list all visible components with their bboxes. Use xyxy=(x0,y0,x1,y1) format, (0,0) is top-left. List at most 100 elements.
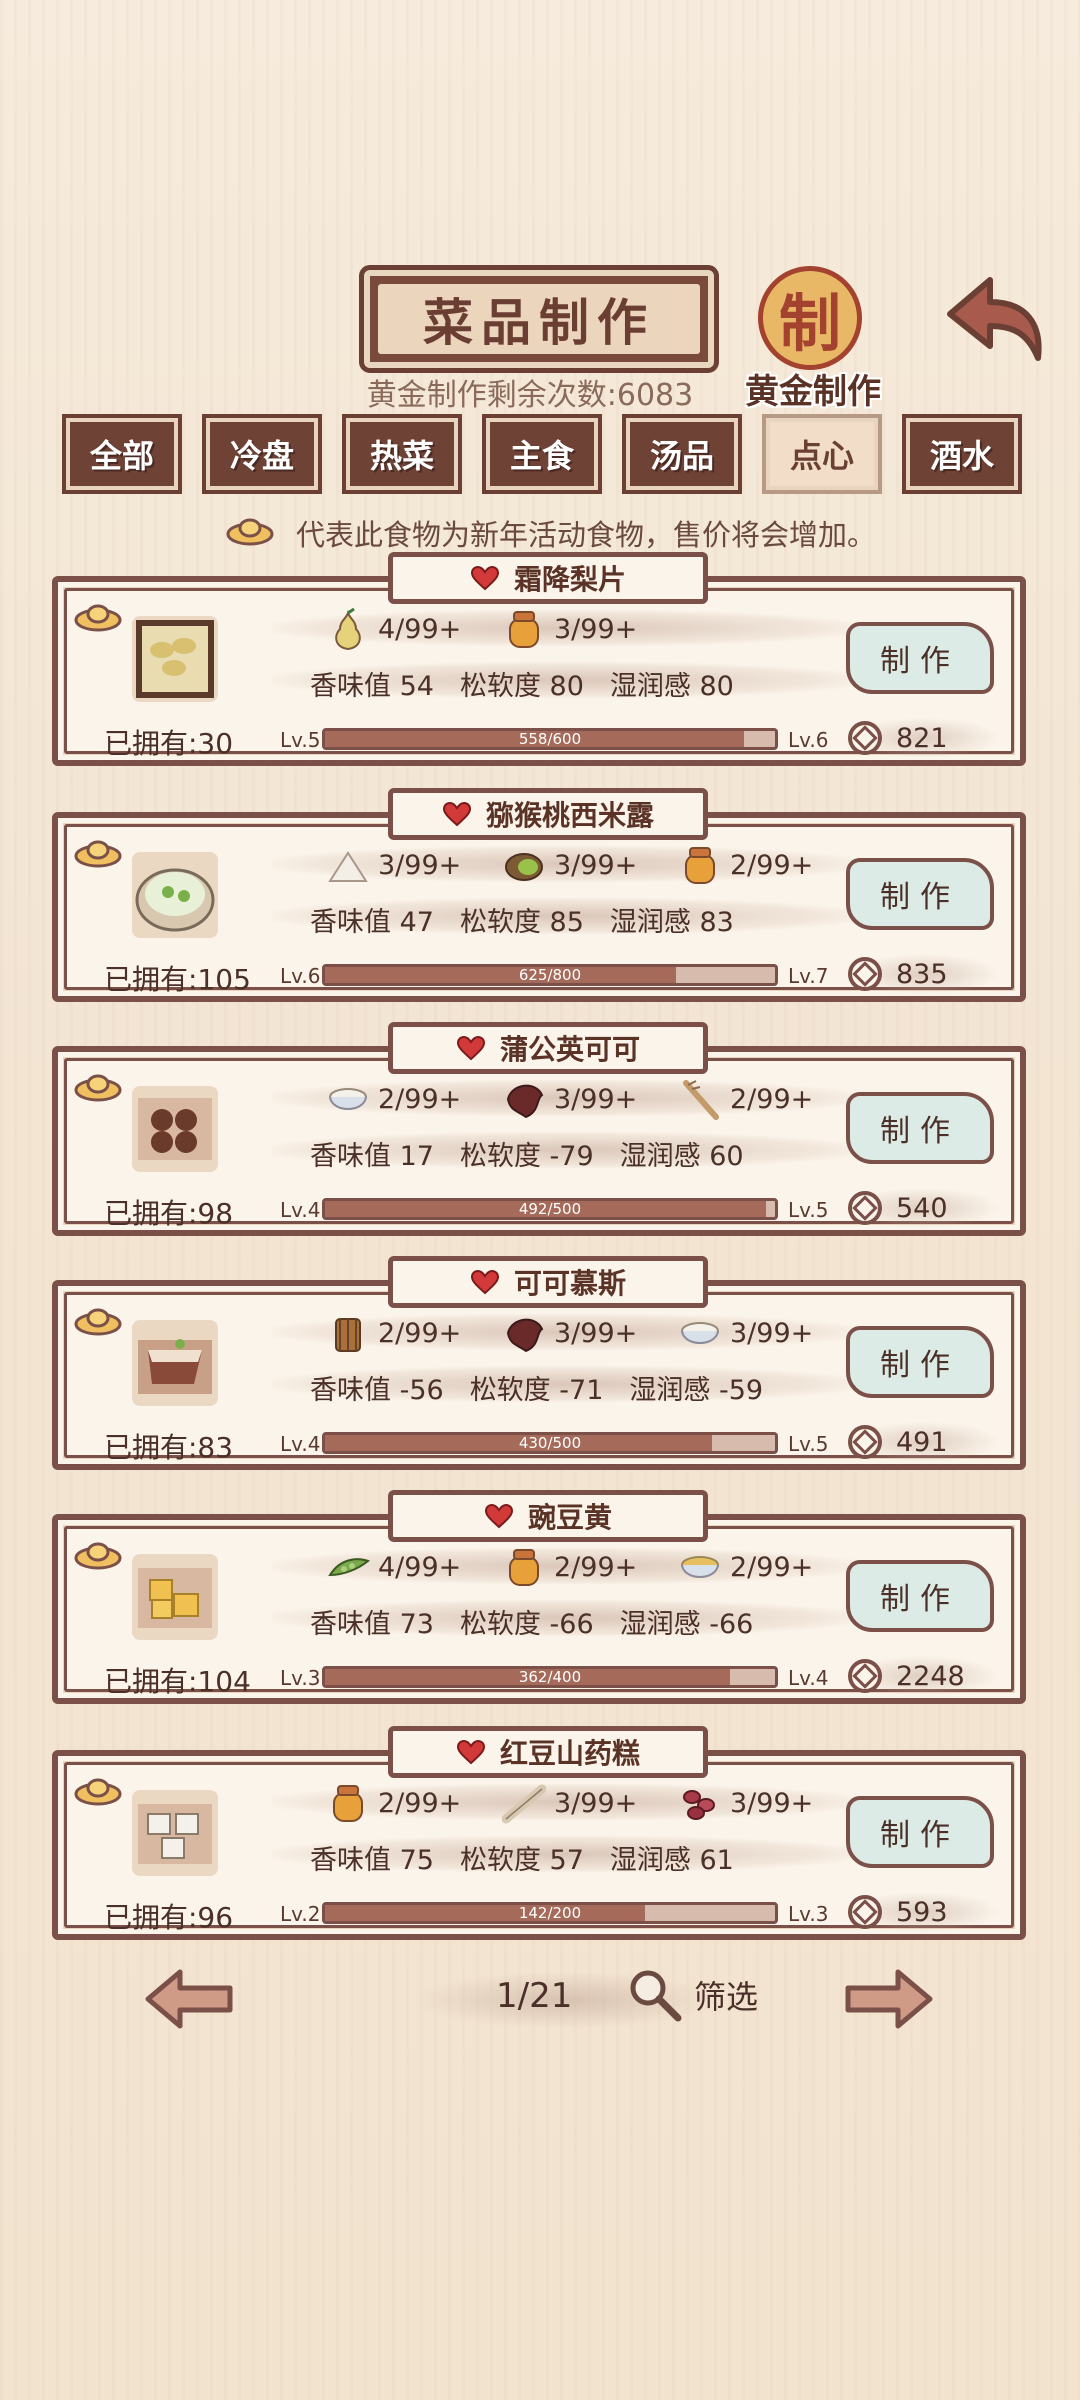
tab-staple[interactable]: 主食 xyxy=(482,414,602,494)
tab-drinks[interactable]: 酒水 xyxy=(902,414,1022,494)
honey-jar-icon xyxy=(509,1549,539,1586)
gold-remaining-count: 黄金制作剩余次数:6083 xyxy=(366,378,694,413)
tab-soup[interactable]: 汤品 xyxy=(622,414,742,494)
softness-stat: 松软度 -66 xyxy=(459,1609,594,1640)
ingredient-row: 4/99+ 3/99+ xyxy=(326,604,662,654)
price-value: 540 xyxy=(896,1192,948,1224)
make-button[interactable]: 制作 xyxy=(846,858,994,930)
recipe-name: 红豆山药糕 xyxy=(499,1737,640,1770)
heart-icon[interactable] xyxy=(470,565,500,591)
level-progress-bar: 142/200 xyxy=(322,1902,778,1924)
event-food-notice: 代表此食物为新年活动食物，售价将会增加。 xyxy=(296,518,877,552)
dish-thumbnail xyxy=(132,1554,218,1640)
stats-row: 香味值 73 松软度 -66 湿润感 -66 xyxy=(310,1602,753,1641)
recipe-name-tag: 霜降梨片 xyxy=(388,552,708,604)
level-progress-bar: 492/500 xyxy=(322,1198,778,1220)
yam-icon xyxy=(502,1784,546,1824)
aroma-stat: 香味值 75 xyxy=(310,1845,434,1876)
recipe-name: 蒲公英可可 xyxy=(499,1033,640,1066)
ingredient-count: 3/99+ xyxy=(554,613,638,645)
price-value: 821 xyxy=(896,722,948,754)
tab-cold-dish[interactable]: 冷盘 xyxy=(202,414,322,494)
recipe-name: 霜降梨片 xyxy=(513,563,626,596)
dish-thumbnail xyxy=(132,616,218,702)
gold-ingot-icon xyxy=(74,1542,122,1570)
kiwi-icon xyxy=(505,853,543,881)
softness-stat: 松软度 80 xyxy=(459,671,584,702)
owned-count: 已拥有:83 xyxy=(104,1431,234,1464)
recipe-card: 可可慕斯已拥有:83 2/99+ 3/99+ 3/99+ 香味值 -56 松软度 -71 湿… xyxy=(52,1256,1026,1470)
prev-page-arrow-icon[interactable] xyxy=(144,1966,236,2032)
level-current: Lv.2 xyxy=(280,1902,321,1926)
filter-button[interactable]: 筛选 xyxy=(626,1966,758,2024)
back-arrow-icon[interactable] xyxy=(942,268,1054,368)
heart-icon[interactable] xyxy=(456,1035,486,1061)
recipe-card: 豌豆黄 已拥有:104 4/99+ 2/99+ 2/99+ 香味值 73 松软度 -66 湿润… xyxy=(52,1490,1026,1704)
level-progress-bar: 558/600 xyxy=(322,728,778,750)
level-next: Lv.6 xyxy=(788,728,829,752)
stats-row: 香味值 -56 松软度 -71 湿润感 -59 xyxy=(310,1368,763,1407)
heart-icon[interactable] xyxy=(470,1269,500,1295)
gold-ingot-icon xyxy=(74,840,122,868)
owned-count: 已拥有:30 xyxy=(104,727,234,760)
tab-all[interactable]: 全部 xyxy=(62,414,182,494)
level-progress-bar: 625/800 xyxy=(322,964,778,986)
aroma-stat: 香味值 73 xyxy=(310,1609,434,1640)
make-button[interactable]: 制作 xyxy=(846,1796,994,1868)
tab-dessert[interactable]: 点心 xyxy=(762,414,882,494)
dish-thumbnail xyxy=(132,852,218,938)
stats-row: 香味值 54 松软度 80 湿润感 80 xyxy=(310,664,734,703)
ingredient-count: 4/99+ xyxy=(378,613,462,645)
level-progress-text: 362/400 xyxy=(518,1668,582,1686)
grain-bowl-icon xyxy=(681,1556,719,1578)
stats-row: 香味值 47 松软度 85 湿润感 83 xyxy=(310,900,734,939)
recipe-name: 猕猴桃西米露 xyxy=(485,799,654,832)
moisture-stat: 湿润感 -66 xyxy=(619,1609,754,1640)
moisture-stat: 湿润感 80 xyxy=(609,671,734,702)
ingredient: 3/99+ xyxy=(326,843,486,887)
aroma-stat: 香味值 -56 xyxy=(310,1375,444,1406)
gold-craft-button[interactable]: 制 xyxy=(758,266,862,370)
make-button[interactable]: 制作 xyxy=(846,622,994,694)
price: 2248 xyxy=(848,1656,998,1696)
recipe-name-tag: 蒲公英可可 xyxy=(388,1022,708,1074)
ingredient: 3/99+ xyxy=(502,1077,662,1121)
ingredient: 3/99+ xyxy=(502,607,662,651)
coin-icon xyxy=(848,957,882,991)
next-page-arrow-icon[interactable] xyxy=(842,1966,934,2032)
make-button[interactable]: 制作 xyxy=(846,1092,994,1164)
magnifier-icon xyxy=(630,1970,682,2022)
dish-thumbnail xyxy=(132,1086,218,1172)
dish-thumbnail xyxy=(132,1320,218,1406)
heart-icon[interactable] xyxy=(442,801,472,827)
level-progress-text: 142/200 xyxy=(518,1904,582,1922)
level-current: Lv.6 xyxy=(280,964,321,988)
ingredient-row: 2/99+ 3/99+ 3/99+ xyxy=(326,1308,838,1358)
recipe-card: 蒲公英可可 已拥有:98 2/99+ 3/99+ 2/99+ 香味值 17 松软度 -79 湿… xyxy=(52,1022,1026,1236)
gold-ingot-icon xyxy=(226,518,274,546)
aroma-stat: 香味值 17 xyxy=(310,1141,434,1172)
price: 593 xyxy=(848,1892,998,1932)
recipe-name-tag: 可可慕斯 xyxy=(388,1256,708,1308)
ingredient: 2/99+ xyxy=(326,1781,486,1825)
heart-icon[interactable] xyxy=(456,1739,486,1765)
make-button[interactable]: 制作 xyxy=(846,1560,994,1632)
honey-jar-icon xyxy=(333,1785,363,1822)
ingredient-count: 2/99+ xyxy=(378,1317,462,1349)
ingredient-row: 3/99+ 3/99+ 2/99+ xyxy=(326,840,838,890)
filter-label: 筛选 xyxy=(694,1978,759,2016)
ingredient-row: 2/99+ 3/99+ 2/99+ xyxy=(326,1074,838,1124)
recipe-name-tag: 猕猴桃西米露 xyxy=(388,788,708,840)
softness-stat: 松软度 -79 xyxy=(459,1141,594,1172)
price: 835 xyxy=(848,954,998,994)
pea-cake-icon xyxy=(138,1568,212,1628)
level-current: Lv.4 xyxy=(280,1432,321,1456)
recipe-name-tag: 红豆山药糕 xyxy=(388,1726,708,1778)
tab-hot-dish[interactable]: 热菜 xyxy=(342,414,462,494)
make-button[interactable]: 制作 xyxy=(846,1326,994,1398)
recipe-card: 猕猴桃西米露已拥有:105 3/99+ 3/99+ 2/99+ 香味值 47 松软度 85… xyxy=(52,788,1026,1002)
heart-icon[interactable] xyxy=(484,1503,514,1529)
level-next: Lv.3 xyxy=(788,1902,829,1926)
owned-count: 已拥有:105 xyxy=(104,963,251,996)
ingredient-row: 2/99+ 3/99+ 3/99+ xyxy=(326,1778,838,1828)
